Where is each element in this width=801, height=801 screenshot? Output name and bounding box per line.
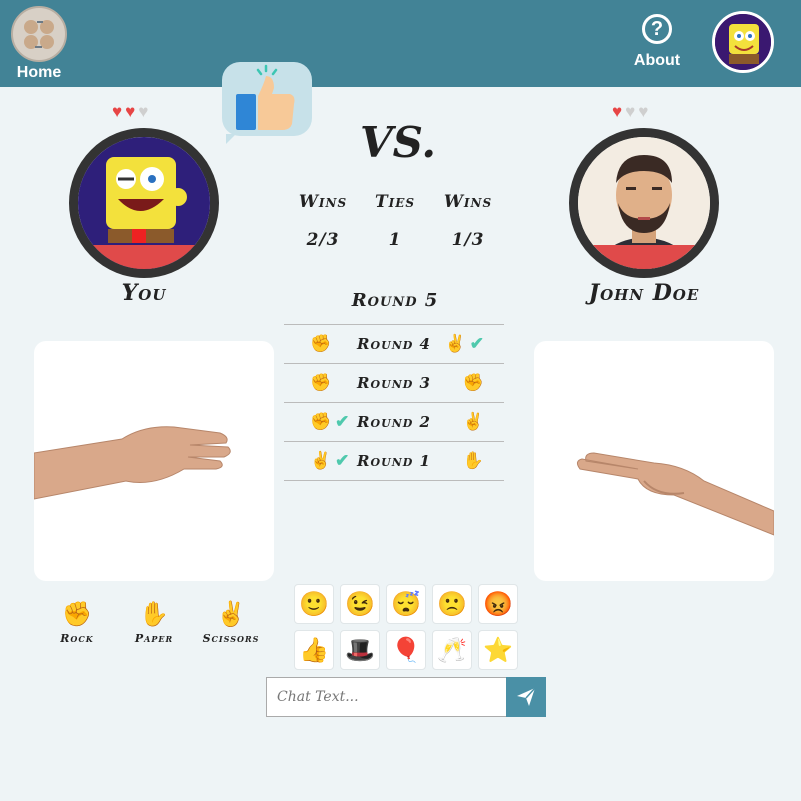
round-history-row: ✌ ✔ Round 1 ✋ — [284, 442, 504, 481]
wins-label: Wins — [443, 192, 493, 212]
ties-score: Ties 1 — [360, 192, 430, 250]
round-history-list: ✊ Round 4 ✌ ✔ ✊ Round 3 ✊ ✊ ✔ Round 2 ✌ ✌ ✔… — [284, 324, 504, 481]
ties-value: 1 — [388, 230, 402, 250]
paper-hand-image — [34, 426, 231, 500]
heart-icon: ♥ — [125, 102, 139, 121]
rock-icon: ✊ — [310, 334, 332, 353]
scissors-hand-image — [576, 452, 774, 536]
rock-choice-button[interactable]: ✊ Rock — [44, 600, 110, 645]
check-icon: ✔ — [335, 412, 350, 431]
versus-label: VS. — [360, 118, 437, 167]
emoji-reaction-grid: 🙂 😉 😴 🙁 😡 👍 🎩 🎈 🥂 ⭐ — [294, 584, 520, 670]
thumbs-up-icon — [236, 64, 295, 130]
heart-icon: ♥ — [612, 102, 626, 121]
scissors-icon: ✌ ✔ — [444, 334, 484, 353]
scissors-icon: ✌ — [216, 601, 246, 628]
ties-label: Ties — [374, 192, 416, 212]
wins-label: Wins — [298, 192, 348, 212]
your-avatar — [69, 128, 219, 278]
rock-paper-scissors-logo-icon — [11, 6, 67, 62]
current-round-title: Round 5 — [351, 290, 439, 311]
rock-icon: ✊ — [462, 373, 484, 392]
user-profile-avatar[interactable] — [712, 11, 774, 73]
magic-hat-emoji[interactable]: 🎩 — [340, 630, 380, 670]
avatar-health-band — [578, 245, 710, 269]
opponent-avatar — [569, 128, 719, 278]
your-name: You — [121, 280, 167, 306]
chat-input[interactable] — [266, 677, 506, 717]
balloons-emoji[interactable]: 🎈 — [386, 630, 426, 670]
check-icon: ✔ — [335, 451, 350, 470]
your-wins-score: Wins 2/3 — [288, 192, 358, 250]
angry-emoji[interactable]: 😡 — [478, 584, 518, 624]
round-history-row: ✊ Round 3 ✊ — [284, 364, 504, 403]
heart-icon: ♥ — [138, 102, 152, 121]
smile-emoji[interactable]: 🙂 — [294, 584, 334, 624]
rock-icon: ✊ ✔ — [310, 412, 350, 431]
avatar-health-band — [78, 245, 210, 269]
scissors-choice-button[interactable]: ✌ Scissors — [198, 600, 264, 645]
sleepy-emoji[interactable]: 😴 — [386, 584, 426, 624]
top-navigation-bar: Home ? About — [0, 0, 801, 87]
thumbs-up-emoji[interactable]: 👍 — [294, 630, 334, 670]
scissors-label: Scissors — [202, 632, 260, 645]
check-icon: ✔ — [469, 334, 484, 353]
question-circle-icon: ? — [642, 14, 672, 44]
opponent-name: John Doe — [588, 280, 700, 306]
about-label: About — [633, 52, 681, 69]
opponent-hand-card — [534, 341, 774, 581]
cheers-emoji[interactable]: 🥂 — [432, 630, 472, 670]
scissors-icon: ✌ — [462, 412, 484, 431]
wink-emoji[interactable]: 😉 — [340, 584, 380, 624]
your-lives: ♥♥♥ — [112, 102, 151, 122]
wins-value: 2/3 — [306, 230, 340, 250]
paper-icon: ✋ — [139, 601, 169, 628]
opponent-wins-score: Wins 1/3 — [433, 192, 503, 250]
send-button[interactable] — [506, 677, 546, 717]
frown-emoji[interactable]: 🙁 — [432, 584, 472, 624]
paper-label: Paper — [134, 632, 174, 645]
heart-icon: ♥ — [112, 102, 126, 121]
round-history-row: ✊ Round 4 ✌ ✔ — [284, 325, 504, 364]
home-button[interactable]: Home — [10, 6, 68, 82]
your-hand-card — [34, 341, 274, 581]
rock-icon: ✊ — [310, 373, 332, 392]
paper-choice-button[interactable]: ✋ Paper — [121, 600, 187, 645]
rock-icon: ✊ — [62, 601, 92, 628]
home-label: Home — [16, 64, 62, 81]
reaction-speech-bubble — [222, 62, 312, 144]
star-emoji[interactable]: ⭐ — [478, 630, 518, 670]
paper-plane-icon — [517, 687, 536, 706]
rock-label: Rock — [60, 632, 94, 645]
round-history-row: ✊ ✔ Round 2 ✌ — [284, 403, 504, 442]
chat-form — [266, 677, 546, 717]
scissors-icon: ✌ ✔ — [310, 451, 350, 470]
wins-value: 1/3 — [451, 230, 485, 250]
about-button[interactable]: ? About — [628, 14, 686, 70]
heart-icon: ♥ — [638, 102, 652, 121]
paper-icon: ✋ — [462, 451, 484, 470]
heart-icon: ♥ — [625, 102, 639, 121]
opponent-lives: ♥♥♥ — [612, 102, 651, 122]
